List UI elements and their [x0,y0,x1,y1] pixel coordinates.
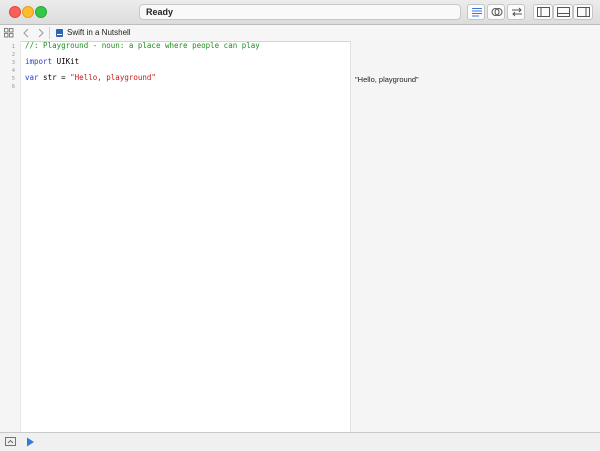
source-editor[interactable]: //: Playground - noun: a place where peo… [25,41,345,432]
lines-icon [472,8,482,17]
jump-bar: Swift in a Nutshell [0,24,600,42]
line-number: 6 [11,84,15,90]
debug-area-toggle-button[interactable] [553,4,573,20]
assistant-editor-button[interactable] [487,4,505,20]
close-window-button[interactable] [9,6,21,18]
related-items-grid-icon[interactable] [4,28,14,38]
code-string: "Hello, playground" [70,73,156,82]
zoom-window-button[interactable] [35,6,47,18]
version-editor-button[interactable] [507,4,525,20]
chevron-right-icon[interactable] [37,28,45,38]
code-text: UIKit [52,57,80,66]
code-line-5[interactable]: var str = "Hello, playground" [25,74,156,82]
show-debug-area-icon[interactable] [5,437,16,447]
left-panel-icon [537,7,550,17]
code-line-1[interactable]: //: Playground - noun: a place where peo… [25,42,260,50]
activity-status-view: Ready [139,4,461,20]
title-bar: Ready [0,0,600,24]
navigator-toggle-button[interactable] [533,4,553,20]
standard-editor-button[interactable] [467,4,485,20]
code-keyword: import [25,57,53,66]
chevron-left-icon[interactable] [22,28,30,38]
bottom-bar [0,432,600,451]
code-keyword: var [25,73,39,82]
line-number: 2 [11,52,15,58]
code-line-3[interactable]: import UIKit [25,58,79,66]
results-sidebar: "Hello, playground" [350,41,600,432]
playground-file-icon [56,29,63,37]
venn-icon [491,8,503,16]
status-text: Ready [146,7,174,17]
arrows-icon [512,7,522,17]
result-value-line-5[interactable]: "Hello, playground" [355,75,419,84]
line-number: 4 [11,68,15,74]
jump-bar-divider [49,27,50,39]
code-comment: //: Playground - noun: a place where peo… [25,41,260,50]
line-number: 5 [11,76,15,82]
utilities-toggle-button[interactable] [573,4,593,20]
minimize-window-button[interactable] [22,6,34,18]
jump-bar-file-name[interactable]: Swift in a Nutshell [67,28,131,38]
bottom-panel-icon [557,7,570,17]
run-playground-icon[interactable] [26,437,35,447]
line-number: 1 [11,44,15,50]
right-panel-icon [577,7,590,17]
playground-window: Ready Swift in a Nutshell 1 2 3 4 5 6 //… [0,0,600,451]
line-number-gutter: 1 2 3 4 5 6 [0,41,21,432]
code-text: str = [38,73,71,82]
line-number: 3 [11,60,15,66]
